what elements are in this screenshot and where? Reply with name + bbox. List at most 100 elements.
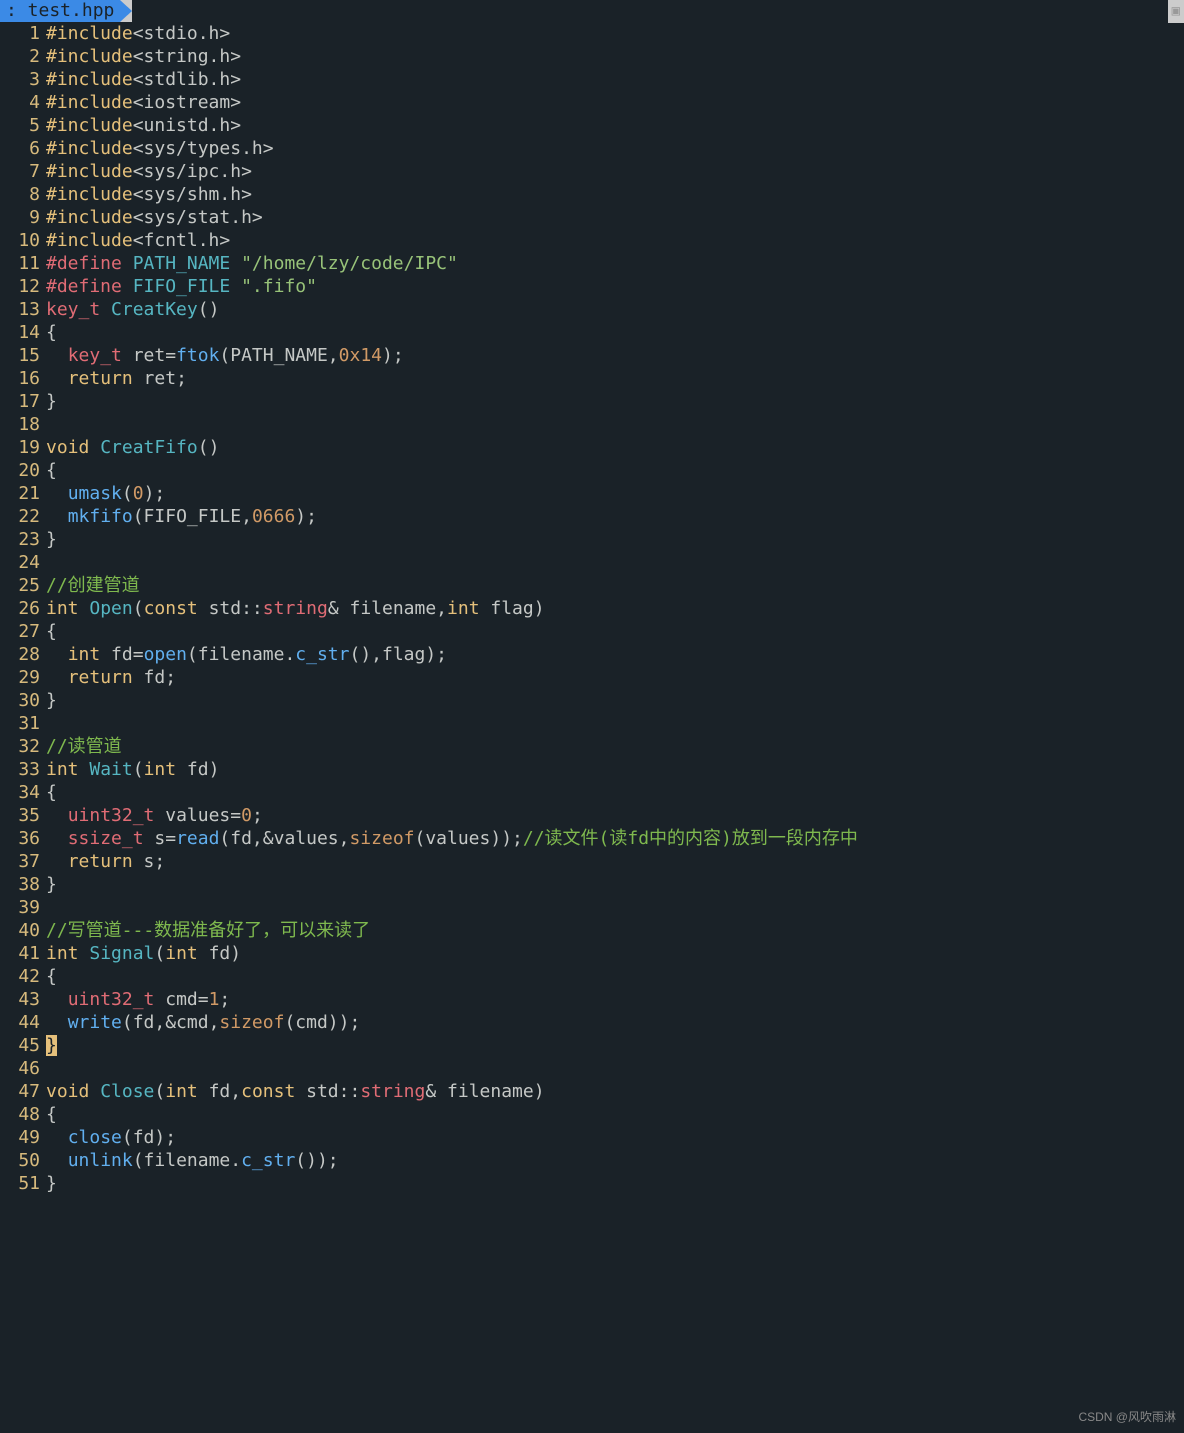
code-token: #define bbox=[46, 253, 122, 274]
code-line[interactable]: #define FIFO_FILE ".fifo" bbox=[46, 275, 1184, 298]
code-token: ret; bbox=[133, 368, 187, 389]
code-line[interactable]: uint32_t values=0; bbox=[46, 804, 1184, 827]
code-line[interactable]: #include<unistd.h> bbox=[46, 114, 1184, 137]
code-line[interactable] bbox=[46, 551, 1184, 574]
code-token: { bbox=[46, 782, 57, 803]
code-token: { bbox=[46, 1104, 57, 1125]
code-line[interactable]: { bbox=[46, 459, 1184, 482]
code-token: int bbox=[68, 644, 101, 665]
code-token: ".fifo" bbox=[241, 276, 317, 297]
code-line[interactable]: { bbox=[46, 965, 1184, 988]
code-line[interactable]: write(fd,&cmd,sizeof(cmd)); bbox=[46, 1011, 1184, 1034]
line-number: 27 bbox=[0, 620, 40, 643]
code-token: close bbox=[68, 1127, 122, 1148]
code-line[interactable]: ssize_t s=read(fd,&values,sizeof(values)… bbox=[46, 827, 1184, 850]
code-line[interactable]: //写管道---数据准备好了，可以来读了 bbox=[46, 919, 1184, 942]
code-token: //写管道---数据准备好了，可以来读了 bbox=[46, 920, 370, 941]
code-token: ); bbox=[144, 483, 166, 504]
code-line[interactable]: int Signal(int fd) bbox=[46, 942, 1184, 965]
code-token: s= bbox=[144, 828, 177, 849]
code-token: <string.h> bbox=[133, 46, 241, 67]
line-number: 2 bbox=[0, 45, 40, 68]
file-tab[interactable]: : test.hpp bbox=[0, 0, 120, 22]
code-line[interactable]: #include<string.h> bbox=[46, 45, 1184, 68]
code-line[interactable]: //创建管道 bbox=[46, 574, 1184, 597]
line-number: 25 bbox=[0, 574, 40, 597]
code-token bbox=[46, 805, 68, 826]
code-line[interactable]: #include<sys/stat.h> bbox=[46, 206, 1184, 229]
code-line[interactable]: { bbox=[46, 781, 1184, 804]
code-token: Signal bbox=[89, 943, 154, 964]
code-line[interactable]: unlink(filename.c_str()); bbox=[46, 1149, 1184, 1172]
code-line[interactable]: umask(0); bbox=[46, 482, 1184, 505]
code-line[interactable]: mkfifo(FIFO_FILE,0666); bbox=[46, 505, 1184, 528]
code-token: Open bbox=[89, 598, 132, 619]
code-line[interactable]: #include<sys/types.h> bbox=[46, 137, 1184, 160]
code-line[interactable]: } bbox=[46, 1172, 1184, 1195]
code-line[interactable]: } bbox=[46, 528, 1184, 551]
code-area[interactable]: #include<stdio.h>#include<string.h>#incl… bbox=[46, 22, 1184, 1195]
code-line[interactable] bbox=[46, 712, 1184, 735]
code-token: int bbox=[165, 943, 198, 964]
code-token: () bbox=[198, 299, 220, 320]
code-line[interactable]: key_t ret=ftok(PATH_NAME,0x14); bbox=[46, 344, 1184, 367]
code-token: key_t bbox=[46, 299, 100, 320]
code-token: #define bbox=[46, 276, 122, 297]
code-token bbox=[46, 989, 68, 1010]
code-token: int bbox=[165, 1081, 198, 1102]
code-line[interactable]: { bbox=[46, 620, 1184, 643]
code-line[interactable] bbox=[46, 413, 1184, 436]
code-line[interactable]: uint32_t cmd=1; bbox=[46, 988, 1184, 1011]
code-line[interactable]: void CreatFifo() bbox=[46, 436, 1184, 459]
code-line[interactable]: #include<sys/ipc.h> bbox=[46, 160, 1184, 183]
line-number: 38 bbox=[0, 873, 40, 896]
line-number: 41 bbox=[0, 942, 40, 965]
code-editor[interactable]: 1234567891011121314151617181920212223242… bbox=[0, 22, 1184, 1195]
code-token: 1 bbox=[209, 989, 220, 1010]
line-number: 36 bbox=[0, 827, 40, 850]
code-line[interactable]: int fd=open(filename.c_str(),flag); bbox=[46, 643, 1184, 666]
code-token bbox=[46, 1012, 68, 1033]
code-line[interactable]: close(fd); bbox=[46, 1126, 1184, 1149]
code-token: string bbox=[360, 1081, 425, 1102]
code-token: } bbox=[46, 529, 57, 550]
code-line[interactable]: { bbox=[46, 1103, 1184, 1126]
code-token: unlink bbox=[68, 1150, 133, 1171]
code-line[interactable] bbox=[46, 1057, 1184, 1080]
code-token: FIFO_FILE bbox=[133, 276, 231, 297]
code-line[interactable]: } bbox=[46, 390, 1184, 413]
code-token: #include bbox=[46, 23, 133, 44]
code-token: ; bbox=[252, 805, 263, 826]
code-line[interactable]: return ret; bbox=[46, 367, 1184, 390]
code-line[interactable]: #define PATH_NAME "/home/lzy/code/IPC" bbox=[46, 252, 1184, 275]
code-token: <sys/types.h> bbox=[133, 138, 274, 159]
code-line[interactable]: #include<stdio.h> bbox=[46, 22, 1184, 45]
code-line[interactable]: #include<fcntl.h> bbox=[46, 229, 1184, 252]
code-token: (),flag); bbox=[349, 644, 447, 665]
code-token: { bbox=[46, 621, 57, 642]
code-line[interactable]: int Wait(int fd) bbox=[46, 758, 1184, 781]
code-line[interactable]: return fd; bbox=[46, 666, 1184, 689]
code-line[interactable]: #include<iostream> bbox=[46, 91, 1184, 114]
code-line[interactable]: #include<stdlib.h> bbox=[46, 68, 1184, 91]
code-line[interactable]: } bbox=[46, 1034, 1184, 1057]
code-line[interactable]: void Close(int fd,const std::string& fil… bbox=[46, 1080, 1184, 1103]
line-number: 20 bbox=[0, 459, 40, 482]
code-token: s; bbox=[133, 851, 166, 872]
code-line[interactable]: } bbox=[46, 873, 1184, 896]
code-line[interactable]: #include<sys/shm.h> bbox=[46, 183, 1184, 206]
code-line[interactable]: return s; bbox=[46, 850, 1184, 873]
code-line[interactable]: //读管道 bbox=[46, 735, 1184, 758]
line-number: 8 bbox=[0, 183, 40, 206]
line-number: 12 bbox=[0, 275, 40, 298]
code-line[interactable]: int Open(const std::string& filename,int… bbox=[46, 597, 1184, 620]
code-token: { bbox=[46, 966, 57, 987]
window-control-icon[interactable]: ▣ bbox=[1168, 0, 1184, 23]
line-number: 49 bbox=[0, 1126, 40, 1149]
watermark: CSDN @风吹雨淋 bbox=[1078, 1406, 1176, 1429]
code-line[interactable]: key_t CreatKey() bbox=[46, 298, 1184, 321]
code-line[interactable]: } bbox=[46, 689, 1184, 712]
line-number: 37 bbox=[0, 850, 40, 873]
code-line[interactable] bbox=[46, 896, 1184, 919]
code-line[interactable]: { bbox=[46, 321, 1184, 344]
